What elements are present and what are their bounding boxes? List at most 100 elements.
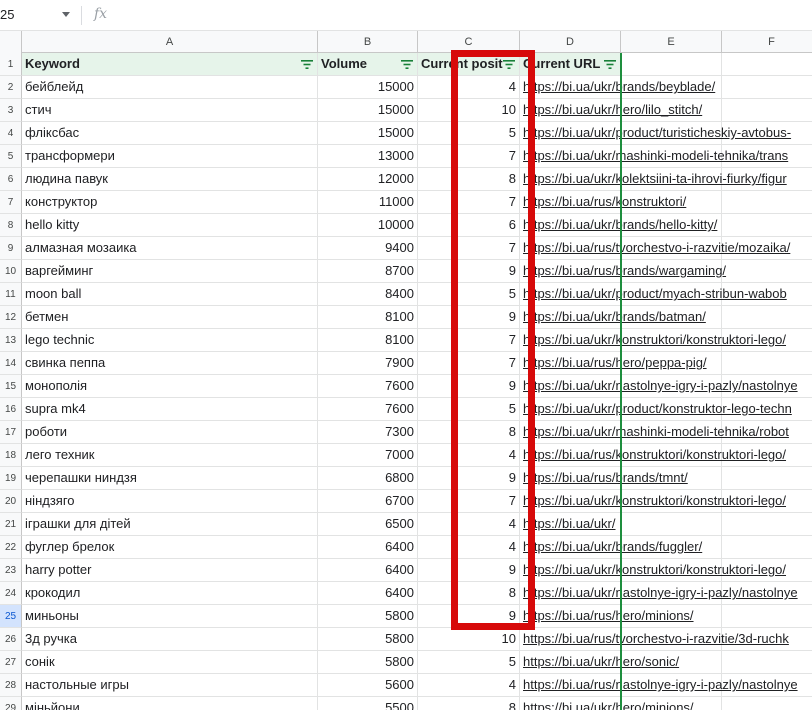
cell-url-link[interactable]: https://bi.ua/rus/tvorchestvo-i-razvitie… bbox=[520, 628, 789, 651]
cell-position[interactable]: 9 bbox=[418, 559, 520, 582]
cell-url-link[interactable]: https://bi.ua/ukr/brands/fuggler/ bbox=[520, 536, 702, 559]
filter-position-icon[interactable] bbox=[503, 60, 515, 69]
header-keyword[interactable]: Keyword bbox=[22, 53, 318, 76]
cell-url-link[interactable]: https://bi.ua/rus/konstruktori/ bbox=[520, 191, 686, 214]
cell-volume[interactable]: 7000 bbox=[318, 444, 418, 467]
cell-volume[interactable]: 5600 bbox=[318, 674, 418, 697]
cell-url-link[interactable]: https://bi.ua/ukr/hero/minions/ bbox=[520, 697, 694, 710]
cell-keyword[interactable]: іграшки для дітей bbox=[22, 513, 318, 536]
cell-position[interactable]: 8 bbox=[418, 697, 520, 710]
cell-url-link[interactable]: https://bi.ua/rus/tvorchestvo-i-razvitie… bbox=[520, 237, 790, 260]
cell-volume[interactable]: 15000 bbox=[318, 76, 418, 99]
row-number[interactable]: 16 bbox=[0, 398, 22, 421]
row-number[interactable]: 8 bbox=[0, 214, 22, 237]
cell-url-link[interactable]: https://bi.ua/rus/nastolnye-igry-i-pazly… bbox=[520, 674, 798, 697]
cell-position[interactable]: 8 bbox=[418, 421, 520, 444]
row-number[interactable]: 17 bbox=[0, 421, 22, 444]
empty-cell[interactable] bbox=[722, 605, 812, 628]
cell-position[interactable]: 4 bbox=[418, 76, 520, 99]
cell-keyword[interactable]: варгейминг bbox=[22, 260, 318, 283]
empty-cell[interactable] bbox=[722, 352, 812, 375]
cell-volume[interactable]: 5800 bbox=[318, 628, 418, 651]
cell-keyword[interactable]: ніндзяго bbox=[22, 490, 318, 513]
cell-keyword[interactable]: монополія bbox=[22, 375, 318, 398]
cell-url-link[interactable]: https://bi.ua/ukr/brands/batman/ bbox=[520, 306, 706, 329]
cell-url-link[interactable]: https://bi.ua/rus/konstruktori/konstrukt… bbox=[520, 444, 786, 467]
column-header-f[interactable]: F bbox=[722, 31, 812, 53]
cell-position[interactable]: 8 bbox=[418, 168, 520, 191]
cell-keyword[interactable]: moon ball bbox=[22, 283, 318, 306]
cell-position[interactable]: 5 bbox=[418, 398, 520, 421]
cell-position[interactable]: 5 bbox=[418, 283, 520, 306]
row-number[interactable]: 2 bbox=[0, 76, 22, 99]
cell-keyword[interactable]: людина павук bbox=[22, 168, 318, 191]
empty-cell[interactable] bbox=[722, 513, 812, 536]
empty-cell[interactable] bbox=[722, 191, 812, 214]
cell-keyword[interactable]: трансформери bbox=[22, 145, 318, 168]
cell-volume[interactable]: 5800 bbox=[318, 605, 418, 628]
cell-keyword[interactable]: черепашки ниндзя bbox=[22, 467, 318, 490]
cell-volume[interactable]: 8400 bbox=[318, 283, 418, 306]
row-number[interactable]: 4 bbox=[0, 122, 22, 145]
cell-url-link[interactable]: https://bi.ua/ukr/hero/lilo_stitch/ bbox=[520, 99, 702, 122]
row-number[interactable]: 6 bbox=[0, 168, 22, 191]
cell-position[interactable]: 4 bbox=[418, 513, 520, 536]
row-number[interactable]: 13 bbox=[0, 329, 22, 352]
cell-position[interactable]: 4 bbox=[418, 444, 520, 467]
cell-volume[interactable]: 11000 bbox=[318, 191, 418, 214]
row-number[interactable]: 5 bbox=[0, 145, 22, 168]
cell-keyword[interactable]: міньйони bbox=[22, 697, 318, 710]
row-number[interactable]: 7 bbox=[0, 191, 22, 214]
empty-cell[interactable] bbox=[722, 536, 812, 559]
cell-position[interactable]: 5 bbox=[418, 651, 520, 674]
cell-position[interactable]: 9 bbox=[418, 306, 520, 329]
cell-position[interactable]: 9 bbox=[418, 260, 520, 283]
cell-volume[interactable]: 8700 bbox=[318, 260, 418, 283]
cell-position[interactable]: 4 bbox=[418, 536, 520, 559]
row-number[interactable]: 20 bbox=[0, 490, 22, 513]
cell-keyword[interactable]: роботи bbox=[22, 421, 318, 444]
cell-keyword[interactable]: supra mk4 bbox=[22, 398, 318, 421]
row-number[interactable]: 29 bbox=[0, 697, 22, 710]
cell-url-link[interactable]: https://bi.ua/ukr/product/myach-stribun-… bbox=[520, 283, 787, 306]
cell-url-link[interactable]: https://bi.ua/ukr/brands/hello-kitty/ bbox=[520, 214, 717, 237]
cell-volume[interactable]: 6400 bbox=[318, 536, 418, 559]
cell-keyword[interactable]: lego technic bbox=[22, 329, 318, 352]
filter-volume-icon[interactable] bbox=[401, 60, 413, 69]
empty-cell[interactable] bbox=[722, 76, 812, 99]
cell-keyword[interactable]: конструктор bbox=[22, 191, 318, 214]
cell-volume[interactable]: 6500 bbox=[318, 513, 418, 536]
cell-position[interactable]: 9 bbox=[418, 467, 520, 490]
cell-url-link[interactable]: https://bi.ua/ukr/product/konstruktor-le… bbox=[520, 398, 792, 421]
cell-url-link[interactable]: https://bi.ua/rus/hero/minions/ bbox=[520, 605, 694, 628]
cell-volume[interactable]: 8100 bbox=[318, 306, 418, 329]
cell-url-link[interactable]: https://bi.ua/ukr/mashinki-modeli-tehnik… bbox=[520, 421, 789, 444]
cell-position[interactable]: 7 bbox=[418, 490, 520, 513]
empty-cell[interactable] bbox=[722, 651, 812, 674]
cell-position[interactable]: 7 bbox=[418, 329, 520, 352]
row-number[interactable]: 18 bbox=[0, 444, 22, 467]
cell-volume[interactable]: 7900 bbox=[318, 352, 418, 375]
cell-url-link[interactable]: https://bi.ua/ukr/konstruktori/konstrukt… bbox=[520, 490, 786, 513]
cell-keyword[interactable]: harry potter bbox=[22, 559, 318, 582]
cell-keyword[interactable]: настольные игры bbox=[22, 674, 318, 697]
cell-volume[interactable]: 8100 bbox=[318, 329, 418, 352]
row-number[interactable]: 1 bbox=[0, 53, 22, 76]
cell-position[interactable]: 7 bbox=[418, 237, 520, 260]
select-all-corner-overlay[interactable] bbox=[0, 31, 22, 53]
row-number[interactable]: 28 bbox=[0, 674, 22, 697]
cell-url-link[interactable]: https://bi.ua/ukr/product/turisticheskiy… bbox=[520, 122, 791, 145]
cell-keyword[interactable]: фуглер брелок bbox=[22, 536, 318, 559]
empty-cell[interactable] bbox=[621, 513, 722, 536]
empty-cell[interactable] bbox=[722, 53, 812, 76]
empty-cell[interactable] bbox=[722, 467, 812, 490]
cell-url-link[interactable]: https://bi.ua/ukr/nastolnye-igry-i-pazly… bbox=[520, 375, 798, 398]
column-header-b[interactable]: B bbox=[318, 31, 418, 53]
cell-url-link[interactable]: https://bi.ua/ukr/kolektsiini-ta-ihrovi-… bbox=[520, 168, 787, 191]
row-number[interactable]: 9 bbox=[0, 237, 22, 260]
cell-url-link[interactable]: https://bi.ua/ukr/konstruktori/konstrukt… bbox=[520, 329, 786, 352]
cell-position[interactable]: 9 bbox=[418, 605, 520, 628]
cell-volume[interactable]: 13000 bbox=[318, 145, 418, 168]
header-url[interactable]: Current URL bbox=[520, 53, 621, 76]
cell-position[interactable]: 7 bbox=[418, 145, 520, 168]
